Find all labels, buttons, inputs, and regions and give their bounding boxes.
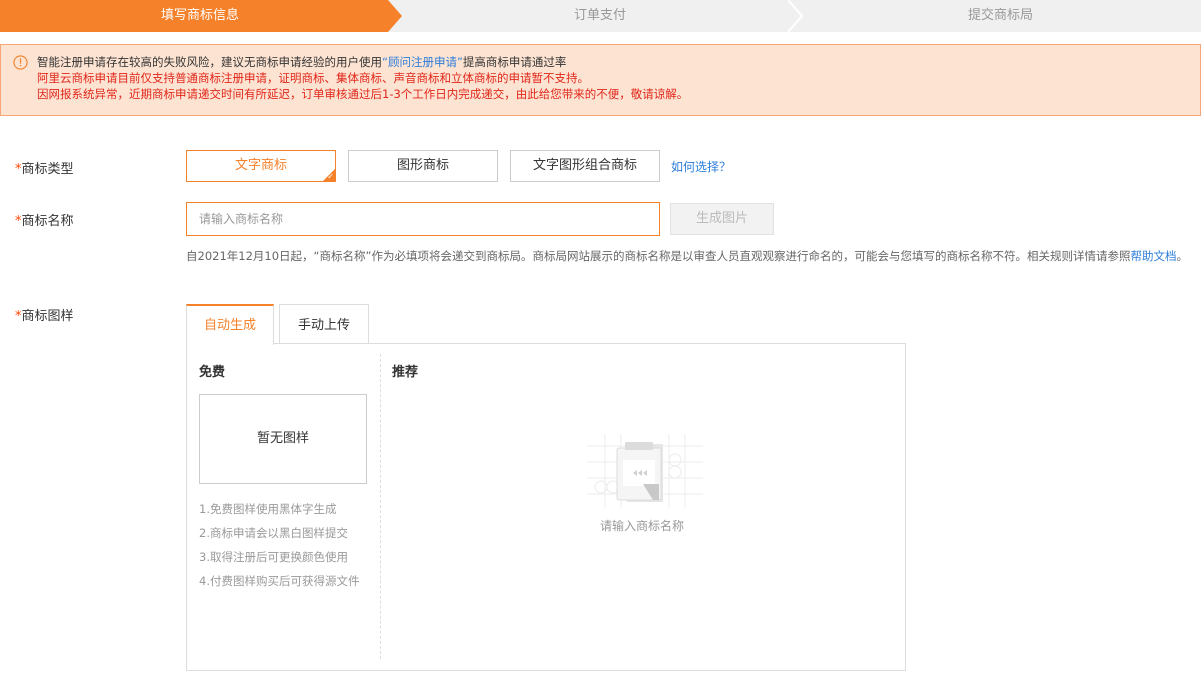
step-submit: 提交商标局	[967, 8, 1033, 23]
trademark-type-label: *商标类型	[15, 162, 74, 177]
section-divider	[380, 354, 381, 659]
tip-item: 4.付费图样购买后可获得源文件	[199, 574, 360, 588]
free-tips: 1.免费图样使用黑体字生成 2.商标申请会以黑白图样提交 3.取得注册后可更换颜…	[199, 497, 359, 593]
step-fill-info: 填写商标信息	[160, 8, 239, 23]
help-doc-link[interactable]: 帮助文档	[1130, 249, 1176, 263]
no-sample-box: 暂无图样	[199, 394, 367, 484]
type-option-text[interactable]: 文字商标 ✓	[186, 150, 336, 182]
tip-item: 2.商标申请会以黑白图样提交	[199, 526, 348, 540]
trademark-name-label: *商标名称	[15, 214, 74, 229]
generate-image-button[interactable]: 生成图片	[670, 203, 774, 235]
warning-notice: 智能注册申请存在较高的失败风险，建议无商标申请经验的用户使用“顾问注册申请”提高…	[0, 44, 1201, 116]
notice-line-3: 因网报系统异常，近期商标申请递交时间有所延迟，订单审核通过后1-3个工作日内完成…	[37, 87, 689, 101]
recommend-section-title: 推荐	[392, 365, 419, 380]
notice-line-1: 智能注册申请存在较高的失败风险，建议无商标申请经验的用户使用“顾问注册申请”提高…	[37, 54, 1200, 70]
notice-line-2: 阿里云商标申请目前仅支持普通商标注册申请，证明商标、集体商标、声音商标和立体商标…	[37, 71, 589, 85]
tab-auto-generate[interactable]: 自动生成	[186, 304, 274, 345]
tip-item: 3.取得注册后可更换颜色使用	[199, 550, 348, 564]
trademark-sample-label: *商标图样	[15, 309, 74, 324]
free-section-title: 免费	[199, 365, 226, 380]
name-hint: 自2021年12月10日起，“商标名称”作为必填项将会递交到商标局。商标局网站展…	[186, 249, 1188, 263]
trademark-name-input[interactable]	[186, 202, 660, 236]
type-option-graphic[interactable]: 图形商标	[348, 150, 498, 182]
empty-state-text: 请输入商标名称	[599, 519, 684, 533]
advisor-register-link[interactable]: “顾问注册申请”	[382, 55, 463, 69]
check-icon: ✓	[327, 172, 334, 181]
tab-manual-upload[interactable]: 手动上传	[279, 304, 369, 344]
tip-item: 1.免费图样使用黑体字生成	[199, 502, 337, 516]
step-payment: 订单支付	[573, 8, 626, 23]
info-icon	[13, 55, 28, 70]
how-to-choose-link[interactable]: 如何选择？	[671, 158, 731, 175]
notice-line-1-text: 智能注册申请存在较高的失败风险，建议无商标申请经验的用户使用	[37, 55, 382, 69]
sample-panel: 免费 暂无图样 1.免费图样使用黑体字生成 2.商标申请会以黑白图样提交 3.取…	[186, 343, 906, 671]
empty-state-icon	[587, 434, 703, 508]
progress-steps: 填写商标信息 订单支付 提交商标局	[0, 0, 1201, 32]
notice-line-1-tail: 提高商标申请通过率	[462, 55, 567, 69]
type-option-combined[interactable]: 文字图形组合商标	[510, 150, 660, 182]
